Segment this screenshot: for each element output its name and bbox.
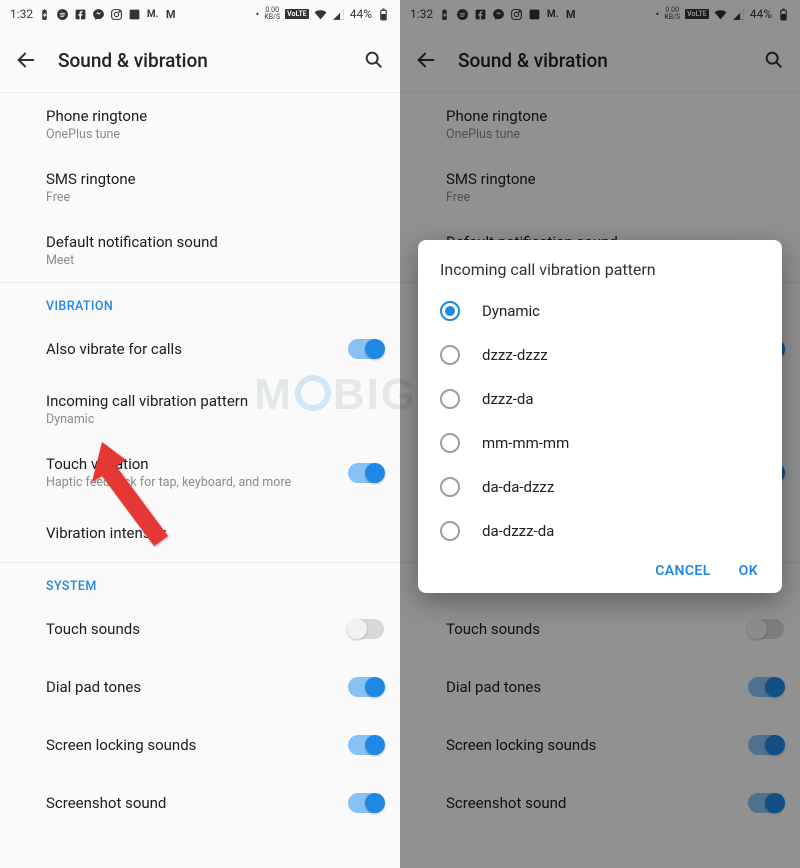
signal-icon [332, 8, 345, 21]
battery-charging-icon [38, 8, 51, 21]
instagram-icon [110, 8, 123, 21]
search-icon[interactable] [360, 46, 388, 74]
radio-icon [440, 301, 460, 321]
item-sub: Meet [46, 253, 218, 268]
toggle-screen-lock[interactable] [348, 735, 384, 755]
item-phone-ringtone[interactable]: Phone ringtone OnePlus tune [0, 93, 400, 156]
item-sub: Free [46, 190, 136, 205]
cancel-button[interactable]: CANCEL [655, 563, 710, 579]
toggle-touch-vibration[interactable] [348, 463, 384, 483]
item-sub: Dynamic [46, 412, 248, 427]
facebook-icon [74, 8, 87, 21]
section-system: SYSTEM [0, 563, 400, 600]
radio-label: Dynamic [482, 302, 540, 320]
radio-label: da-da-dzzz [482, 478, 554, 496]
item-title: Touch vibration [46, 455, 291, 473]
item-title: SMS ringtone [46, 170, 136, 188]
m-icon: M. [146, 8, 159, 21]
radio-label: mm-mm-mm [482, 434, 569, 452]
phone-screen-left: 1:32 M. M • 0.00KB/S VoLTE 44% [0, 0, 400, 868]
data-speed: 0.00KB/S [264, 7, 280, 21]
item-vibration-intensity[interactable]: Vibration intensity [0, 504, 400, 562]
item-title: Screenshot sound [46, 794, 166, 812]
item-sub: OnePlus tune [46, 127, 147, 142]
back-icon[interactable] [12, 46, 40, 74]
radio-option-mm-mm-mm[interactable]: mm-mm-mm [418, 421, 782, 465]
app-icon [128, 8, 141, 21]
toggle-dial-pad[interactable] [348, 677, 384, 697]
item-title: Vibration intensity [46, 524, 166, 542]
radio-icon [440, 389, 460, 409]
item-touch-vibration[interactable]: Touch vibration Haptic feedback for tap,… [0, 441, 400, 504]
item-title: Also vibrate for calls [46, 340, 182, 358]
item-dial-pad[interactable]: Dial pad tones [0, 658, 400, 716]
item-title: Phone ringtone [46, 107, 147, 125]
volte-badge: VoLTE [285, 9, 309, 19]
ok-button[interactable]: OK [739, 563, 758, 579]
toggle-also-vibrate[interactable] [348, 339, 384, 359]
radio-icon [440, 345, 460, 365]
radio-label: da-dzzz-da [482, 522, 554, 540]
battery-icon [377, 8, 390, 21]
item-touch-sounds[interactable]: Touch sounds [0, 600, 400, 658]
item-title: Screen locking sounds [46, 736, 196, 754]
radio-option-da-da-dzzz[interactable]: da-da-dzzz [418, 465, 782, 509]
m-icon-2: M [164, 8, 177, 21]
dialog-title: Incoming call vibration pattern [418, 260, 782, 289]
vibration-pattern-dialog: Incoming call vibration pattern Dynamic … [418, 240, 782, 593]
item-screen-lock[interactable]: Screen locking sounds [0, 716, 400, 774]
toggle-screenshot[interactable] [348, 793, 384, 813]
radio-icon [440, 477, 460, 497]
radio-label: dzzz-dzzz [482, 346, 548, 364]
spotify-icon [56, 8, 69, 21]
item-title: Default notification sound [46, 233, 218, 251]
radio-option-dzzz-dzzz[interactable]: dzzz-dzzz [418, 333, 782, 377]
item-sub: Haptic feedback for tap, keyboard, and m… [46, 475, 291, 490]
radio-label: dzzz-da [482, 390, 534, 408]
item-screenshot[interactable]: Screenshot sound [0, 774, 400, 832]
item-title: Incoming call vibration pattern [46, 392, 248, 410]
item-also-vibrate[interactable]: Also vibrate for calls [0, 320, 400, 378]
status-dot: • [256, 8, 260, 21]
app-header: Sound & vibration [0, 28, 400, 92]
radio-icon [440, 433, 460, 453]
messenger-icon [92, 8, 105, 21]
radio-option-dzzz-da[interactable]: dzzz-da [418, 377, 782, 421]
phone-screen-right: 1:32 M. M • 0.00KB/S VoLTE 44% [400, 0, 800, 868]
radio-icon [440, 521, 460, 541]
item-sms-ringtone[interactable]: SMS ringtone Free [0, 156, 400, 219]
item-default-notification[interactable]: Default notification sound Meet [0, 219, 400, 282]
toggle-touch-sounds[interactable] [348, 619, 384, 639]
status-bar: 1:32 M. M • 0.00KB/S VoLTE 44% [0, 0, 400, 28]
item-incoming-pattern[interactable]: Incoming call vibration pattern Dynamic [0, 378, 400, 441]
radio-option-dynamic[interactable]: Dynamic [418, 289, 782, 333]
radio-option-da-dzzz-da[interactable]: da-dzzz-da [418, 509, 782, 553]
wifi-icon [314, 8, 327, 21]
settings-list: Phone ringtone OnePlus tune SMS ringtone… [0, 93, 400, 832]
page-title: Sound & vibration [58, 49, 342, 72]
battery-percent: 44% [350, 7, 372, 21]
item-title: Dial pad tones [46, 678, 141, 696]
section-vibration: VIBRATION [0, 283, 400, 320]
status-time: 1:32 [10, 7, 33, 21]
item-title: Touch sounds [46, 620, 140, 638]
